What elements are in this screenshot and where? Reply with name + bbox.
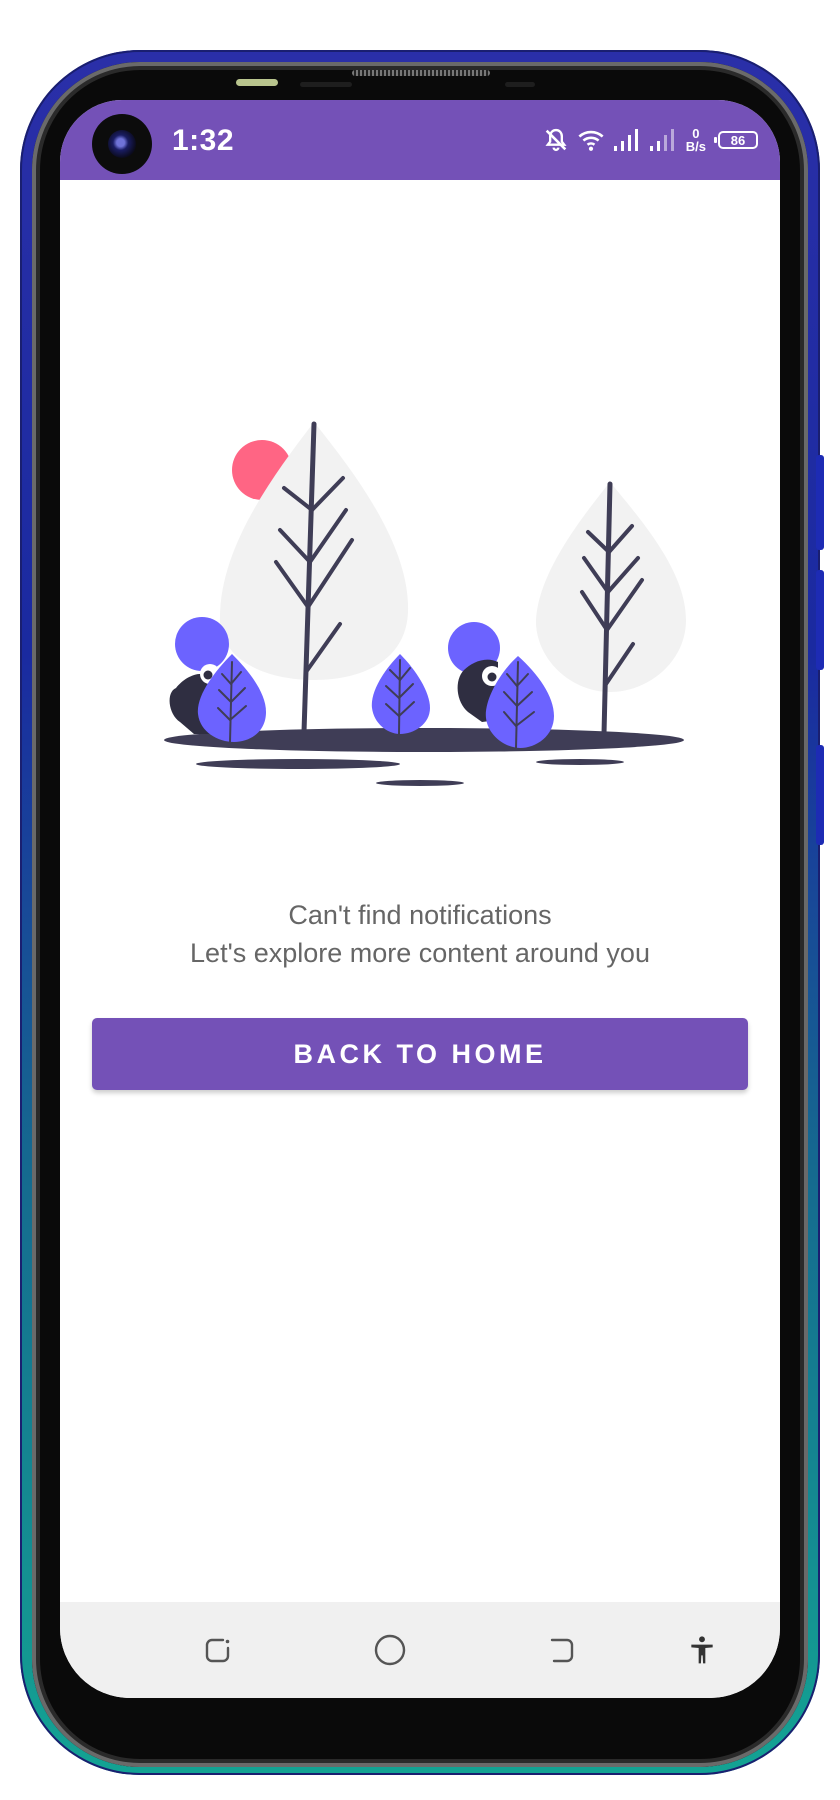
character-pupil bbox=[487, 672, 497, 682]
signal-icon bbox=[612, 127, 642, 153]
screen: 1:32 0 B/s 86 Can't find notifications L… bbox=[60, 100, 780, 1698]
home-icon[interactable] bbox=[368, 1628, 412, 1672]
ground-shadow bbox=[536, 759, 624, 765]
navigation-bar bbox=[60, 1602, 780, 1698]
recent-apps-icon[interactable] bbox=[196, 1628, 240, 1672]
ground-shadow bbox=[376, 780, 464, 786]
back-icon[interactable] bbox=[540, 1628, 584, 1672]
proximity-sensor bbox=[236, 79, 278, 86]
volume-up-button bbox=[816, 455, 824, 550]
notifications-off-icon bbox=[542, 126, 570, 154]
power-button bbox=[816, 745, 824, 845]
empty-state-illustration bbox=[118, 362, 738, 902]
status-time: 1:32 bbox=[172, 124, 235, 157]
signal-icon bbox=[648, 127, 678, 153]
empty-state-title: Can't find notifications bbox=[288, 900, 552, 930]
character-hair bbox=[175, 617, 229, 671]
net-speed-unit: B/s bbox=[685, 139, 706, 154]
device-mockup: 1:32 0 B/s 86 Can't find notifications L… bbox=[0, 0, 840, 1800]
bush-middle bbox=[371, 654, 430, 735]
back-to-home-button[interactable]: BACK TO HOME bbox=[92, 1018, 748, 1090]
battery-icon: 86 bbox=[714, 131, 758, 149]
character-pupil bbox=[203, 670, 213, 680]
wifi-icon bbox=[576, 126, 606, 154]
camera-lens bbox=[108, 130, 136, 158]
sensor-slot bbox=[505, 82, 535, 87]
ground-shadow bbox=[196, 759, 400, 769]
volume-down-button bbox=[816, 570, 824, 670]
net-speed: 0 B/s bbox=[686, 127, 706, 153]
status-bar: 1:32 0 B/s 86 bbox=[60, 100, 780, 180]
status-icons: 0 B/s 86 bbox=[542, 118, 758, 162]
earpiece-speaker bbox=[352, 70, 490, 76]
empty-state-subtitle: Let's explore more content around you bbox=[190, 938, 650, 968]
battery-level: 86 bbox=[730, 132, 746, 148]
accessibility-icon[interactable] bbox=[680, 1628, 724, 1672]
sensor-slot bbox=[300, 82, 352, 87]
front-camera bbox=[92, 114, 152, 174]
